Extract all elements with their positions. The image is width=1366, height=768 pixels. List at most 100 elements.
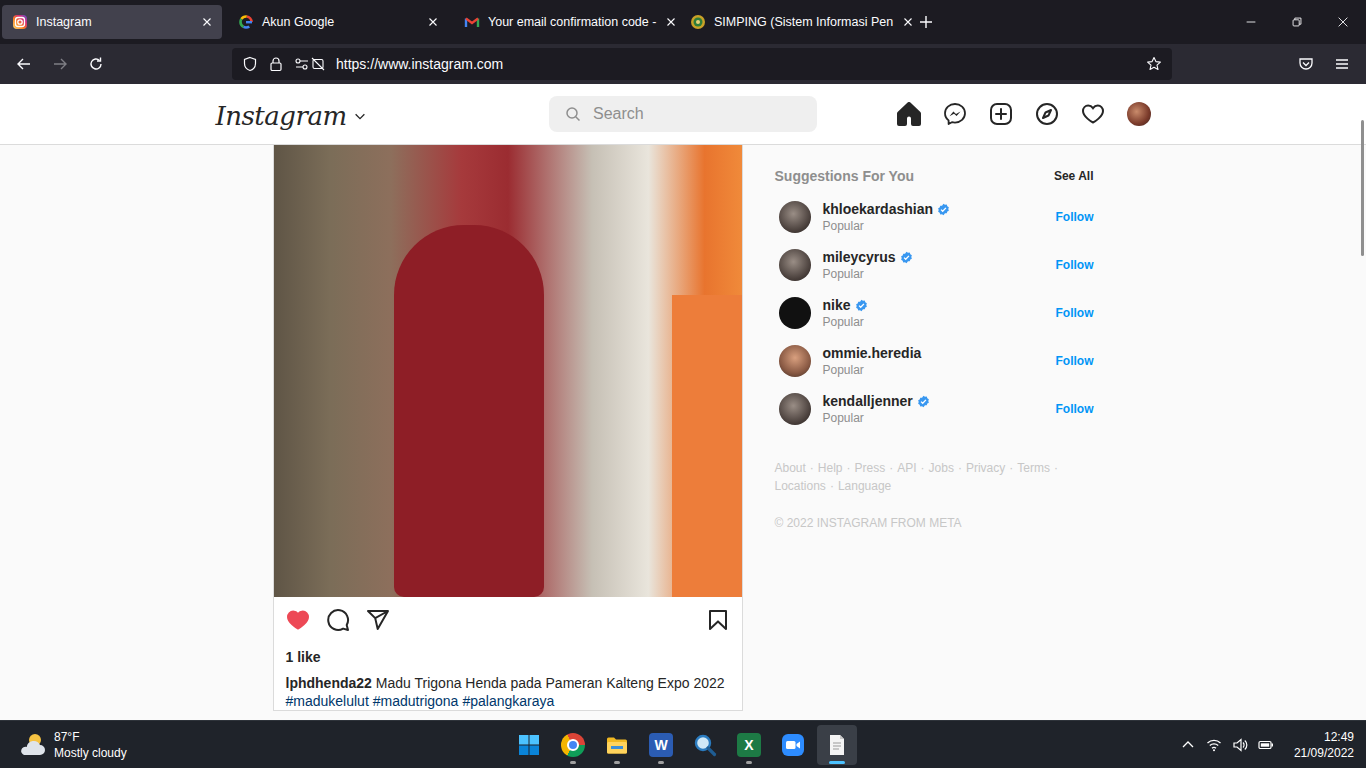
- footer-link[interactable]: Privacy: [966, 459, 1005, 477]
- hashtag[interactable]: #palangkaraya: [462, 692, 554, 710]
- forward-arrow-icon: [52, 56, 68, 72]
- footer-link[interactable]: Jobs: [929, 459, 954, 477]
- suggestions-title: Suggestions For You: [775, 167, 915, 185]
- footer-link[interactable]: Locations: [775, 477, 826, 495]
- profile-avatar[interactable]: [1127, 102, 1151, 126]
- post-photo[interactable]: [274, 145, 742, 597]
- instagram-logo[interactable]: Instagram: [216, 101, 550, 131]
- browser-tab[interactable]: Akun Google: [228, 5, 448, 39]
- system-tray: 12:4921/09/2022: [857, 729, 1366, 761]
- footer-separator: ·: [921, 459, 925, 477]
- follow-button[interactable]: Follow: [1056, 210, 1094, 224]
- footer-link[interactable]: Language: [838, 477, 891, 495]
- suggestion-username[interactable]: ommie.heredia: [823, 344, 922, 362]
- follow-button[interactable]: Follow: [1056, 258, 1094, 272]
- user-avatar[interactable]: [779, 393, 811, 425]
- home-icon[interactable]: [897, 102, 921, 126]
- chevron-up-icon[interactable]: [1180, 737, 1196, 753]
- star-icon[interactable]: [1146, 56, 1162, 72]
- search-field[interactable]: Search: [549, 96, 817, 132]
- back-button[interactable]: [8, 48, 40, 80]
- comment-button[interactable]: [318, 600, 358, 640]
- taskbar-app[interactable]: [553, 725, 593, 765]
- browser-tab[interactable]: Instagram: [2, 5, 222, 39]
- caption-username[interactable]: lphdhenda22: [286, 675, 372, 691]
- plus-icon[interactable]: [918, 14, 934, 30]
- lock-icon[interactable]: [268, 56, 284, 72]
- chevron-down-icon[interactable]: [353, 109, 367, 123]
- close-icon[interactable]: [901, 15, 915, 29]
- menu-button[interactable]: [1326, 48, 1358, 80]
- footer-link[interactable]: Press: [855, 459, 886, 477]
- hashtag[interactable]: #madutrigona: [373, 692, 459, 710]
- save-button[interactable]: [698, 600, 738, 640]
- suggestion-username[interactable]: nike: [823, 296, 851, 314]
- follow-button[interactable]: Follow: [1056, 402, 1094, 416]
- footer-link[interactable]: Terms: [1017, 459, 1050, 477]
- taskbar-app[interactable]: [597, 725, 637, 765]
- taskbar-app[interactable]: [773, 725, 813, 765]
- like-button[interactable]: [278, 600, 318, 640]
- close-icon[interactable]: [200, 15, 214, 29]
- user-avatar[interactable]: [779, 201, 811, 233]
- comment-bubble-icon: [326, 608, 350, 632]
- taskbar-app[interactable]: [817, 725, 857, 765]
- reload-icon: [88, 56, 104, 72]
- restore-button[interactable]: [1274, 0, 1320, 44]
- verified-badge-icon: [937, 203, 950, 216]
- create-icon[interactable]: [989, 102, 1013, 126]
- shield-icon[interactable]: [242, 56, 258, 72]
- suggestion-subtitle: Popular: [823, 314, 1044, 330]
- compass-icon[interactable]: [1035, 102, 1059, 126]
- suggestion-username[interactable]: kendalljenner: [823, 392, 913, 410]
- hashtag[interactable]: #madukelulut: [286, 692, 369, 710]
- user-avatar[interactable]: [779, 297, 811, 329]
- pocket-button[interactable]: [1290, 48, 1322, 80]
- suggestion-username[interactable]: khloekardashian: [823, 200, 934, 218]
- heart-icon[interactable]: [1081, 102, 1105, 126]
- suggestion-username[interactable]: mileycyrus: [823, 248, 896, 266]
- follow-button[interactable]: Follow: [1056, 354, 1094, 368]
- footer-link[interactable]: About: [775, 459, 806, 477]
- forward-button[interactable]: [44, 48, 76, 80]
- browser-tab[interactable]: SIMPING (Sistem Informasi Pen: [680, 5, 900, 39]
- hamburger-icon: [1334, 56, 1350, 72]
- speaker-icon[interactable]: [1232, 737, 1248, 753]
- like-count[interactable]: 1 like: [274, 648, 742, 666]
- weather-widget[interactable]: 87°FMostly cloudy: [0, 729, 509, 761]
- reload-button[interactable]: [80, 48, 112, 80]
- windows-start-icon: [517, 733, 541, 757]
- caption-text: Madu Trigona Henda pada Pameran Kalteng …: [376, 675, 725, 691]
- taskbar: 87°FMostly cloudy W X 12:4921/09/2022: [0, 720, 1366, 768]
- clock[interactable]: 12:4921/09/2022: [1294, 729, 1354, 761]
- taskbar-app[interactable]: X: [729, 725, 769, 765]
- address-bar[interactable]: https://www.instagram.com: [232, 48, 1172, 80]
- minimize-button[interactable]: [1228, 0, 1274, 44]
- messenger-icon[interactable]: [943, 102, 967, 126]
- scrollbar-thumb[interactable]: [1361, 120, 1364, 256]
- wifi-icon[interactable]: [1206, 737, 1222, 753]
- taskbar-app[interactable]: W: [641, 725, 681, 765]
- permissions-icon[interactable]: [294, 56, 326, 72]
- url-text[interactable]: https://www.instagram.com: [336, 56, 1136, 72]
- footer-link[interactable]: API: [897, 459, 916, 477]
- close-button[interactable]: [1320, 0, 1366, 44]
- folder-icon: [605, 733, 629, 757]
- close-icon[interactable]: [664, 15, 678, 29]
- user-avatar[interactable]: [779, 345, 811, 377]
- footer-separator: ·: [830, 477, 834, 495]
- video-camera-icon: [781, 733, 805, 757]
- taskbar-app[interactable]: [685, 725, 725, 765]
- footer-separator: ·: [958, 459, 962, 477]
- user-avatar[interactable]: [779, 249, 811, 281]
- close-icon[interactable]: [426, 15, 440, 29]
- follow-button[interactable]: Follow: [1056, 306, 1094, 320]
- post-actions: [274, 597, 742, 643]
- footer-link[interactable]: Help: [818, 459, 843, 477]
- see-all-link[interactable]: See All: [1054, 167, 1094, 185]
- taskbar-app[interactable]: [509, 725, 549, 765]
- battery-icon[interactable]: [1258, 737, 1274, 753]
- browser-tab[interactable]: Your email confirmation code -: [454, 5, 674, 39]
- share-button[interactable]: [358, 600, 398, 640]
- footer-separator: ·: [847, 459, 851, 477]
